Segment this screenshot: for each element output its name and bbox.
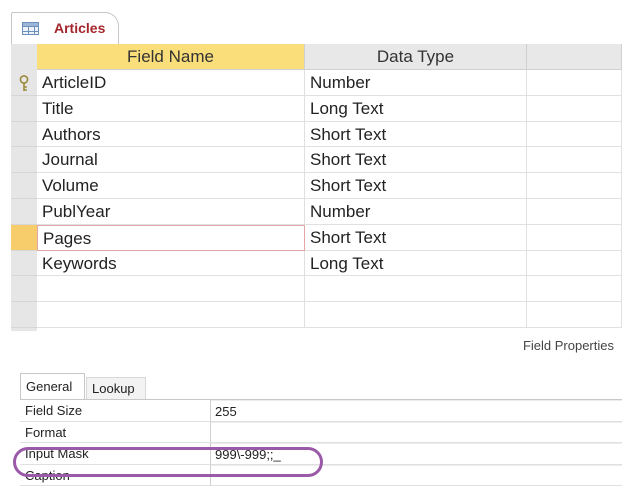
row-selector[interactable] <box>11 121 37 148</box>
tab-general[interactable]: General <box>20 373 85 399</box>
field-name-cell[interactable]: Authors <box>37 121 305 148</box>
property-name: Input Mask <box>20 443 211 465</box>
field-properties-label: Field Properties <box>522 338 614 353</box>
table-row: Volume Short Text <box>11 173 622 199</box>
property-value-input-mask[interactable]: 999\-999;;_ <box>211 443 622 465</box>
data-type-cell[interactable] <box>305 302 527 328</box>
description-cell[interactable] <box>527 147 622 174</box>
data-type-cell[interactable]: Number <box>305 70 527 96</box>
field-name-cell[interactable]: Keywords <box>37 250 305 277</box>
field-name-cell[interactable]: PublYear <box>37 198 305 225</box>
property-name: Format <box>20 421 211 443</box>
data-type-cell[interactable]: Short Text <box>305 173 527 199</box>
header-data-type[interactable]: Data Type <box>305 44 527 70</box>
data-type-cell[interactable]: Long Text <box>305 250 527 277</box>
field-name-cell[interactable]: ArticleID <box>37 70 305 96</box>
table-row: Keywords Long Text <box>11 250 622 277</box>
tab-articles[interactable]: Articles <box>11 12 119 44</box>
document-tab-strip: Articles <box>0 0 622 44</box>
field-name-cell[interactable] <box>37 302 305 328</box>
property-row: Caption <box>20 464 622 486</box>
property-value-field-size[interactable]: 255 <box>211 400 622 422</box>
data-type-cell[interactable]: Long Text <box>305 95 527 122</box>
property-row: Format <box>20 421 622 443</box>
table-row: ArticleID Number <box>11 70 622 96</box>
table-row: Authors Short Text <box>11 121 622 148</box>
description-cell[interactable] <box>527 302 622 328</box>
data-type-cell[interactable]: Number <box>305 198 527 225</box>
table-icon <box>22 22 39 35</box>
row-selector[interactable] <box>11 70 37 96</box>
row-selector-active[interactable] <box>11 224 37 251</box>
property-sheet: Field Size 255 Format Input Mask 999\-99… <box>20 399 622 486</box>
field-name-cell[interactable]: Volume <box>37 173 305 199</box>
property-name: Caption <box>20 464 211 486</box>
grid-header: Field Name Data Type <box>37 44 622 70</box>
table-row: Title Long Text <box>11 95 622 122</box>
field-name-cell[interactable]: Pages <box>37 224 305 251</box>
data-type-cell[interactable] <box>305 276 527 303</box>
header-description[interactable] <box>527 44 622 70</box>
property-row: Field Size 255 <box>20 400 622 422</box>
table-row <box>11 276 622 303</box>
field-name-cell[interactable]: Title <box>37 95 305 122</box>
row-selector[interactable] <box>11 95 37 122</box>
row-selector[interactable] <box>11 173 37 199</box>
description-cell[interactable] <box>527 276 622 303</box>
description-cell[interactable] <box>527 70 622 96</box>
description-cell[interactable] <box>527 250 622 277</box>
table-row: PublYear Number <box>11 198 622 225</box>
field-name-cell[interactable] <box>37 276 305 303</box>
property-row: Input Mask 999\-999;;_ <box>20 443 622 465</box>
primary-key-icon <box>19 75 29 91</box>
data-type-cell[interactable]: Short Text <box>305 147 527 174</box>
description-cell[interactable] <box>527 95 622 122</box>
tab-lookup[interactable]: Lookup <box>86 377 146 399</box>
property-name: Field Size <box>20 400 211 422</box>
property-value-format[interactable] <box>211 421 622 443</box>
table-design-grid: Field Name Data Type ArticleID Number Ti… <box>11 44 622 331</box>
tab-articles-label: Articles <box>54 20 106 36</box>
row-selector[interactable] <box>11 276 37 303</box>
row-selector[interactable] <box>11 198 37 225</box>
row-selector[interactable] <box>11 302 37 328</box>
row-selector[interactable] <box>11 250 37 277</box>
header-field-name[interactable]: Field Name <box>37 44 305 70</box>
table-row: Journal Short Text <box>11 147 622 174</box>
description-cell[interactable] <box>527 198 622 225</box>
table-row-selected: Pages Short Text <box>11 224 622 251</box>
field-properties-pane: General Lookup Field Size 255 Format Inp… <box>20 373 622 488</box>
field-name-cell[interactable]: Journal <box>37 147 305 174</box>
data-type-cell[interactable]: Short Text <box>305 224 527 251</box>
data-type-cell[interactable]: Short Text <box>305 121 527 148</box>
description-cell[interactable] <box>527 121 622 148</box>
description-cell[interactable] <box>527 173 622 199</box>
table-row <box>11 302 622 328</box>
description-cell[interactable] <box>527 224 622 251</box>
grid-rows: ArticleID Number Title Long Text Authors… <box>11 70 622 328</box>
property-value-caption[interactable] <box>211 464 622 486</box>
row-selector[interactable] <box>11 147 37 174</box>
